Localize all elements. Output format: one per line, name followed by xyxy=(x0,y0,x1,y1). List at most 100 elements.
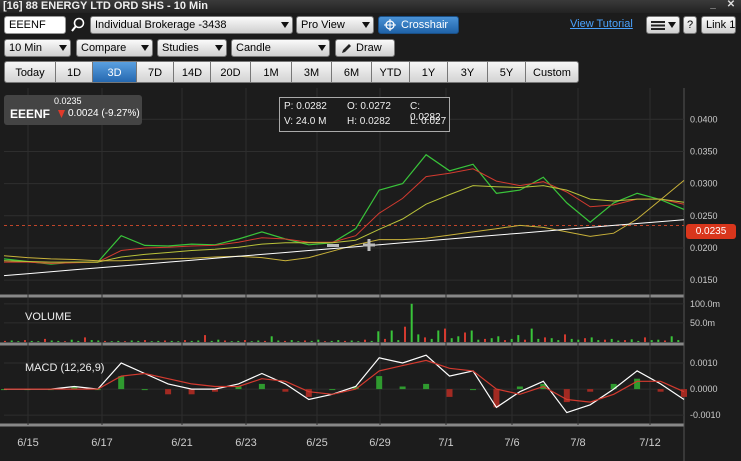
zoom-in-icon[interactable] xyxy=(362,238,376,252)
volume-bar xyxy=(284,340,286,342)
volume-bar xyxy=(144,340,146,342)
macd-histogram-bar xyxy=(423,383,430,390)
draw-button[interactable]: Draw xyxy=(335,39,395,57)
volume-bar xyxy=(250,341,253,342)
volume-bar xyxy=(384,338,386,342)
volume-bar xyxy=(264,340,266,342)
crosshair-button[interactable]: Crosshair xyxy=(378,16,459,34)
volume-bar xyxy=(110,341,113,342)
volume-bar xyxy=(257,340,260,342)
chevron-down-icon xyxy=(668,22,676,28)
range-button-custom[interactable]: Custom xyxy=(525,61,579,83)
toolbar-primary: EEENF Individual Brokerage -3438 Pro Vie… xyxy=(0,14,741,36)
chevron-down-icon xyxy=(141,45,149,51)
view-select-value: Pro View xyxy=(301,19,345,31)
x-tick-label: 6/15 xyxy=(17,437,38,449)
symbol-input[interactable]: EEENF xyxy=(4,16,66,34)
price-tick-label: 0.0400 xyxy=(690,114,718,124)
volume-bar xyxy=(64,341,66,342)
range-button-3y[interactable]: 3Y xyxy=(447,61,487,83)
volume-bar xyxy=(657,339,660,342)
x-tick-label: 7/6 xyxy=(504,437,519,449)
range-button-5y[interactable]: 5Y xyxy=(487,61,525,83)
range-button-ytd[interactable]: YTD xyxy=(371,61,409,83)
volume-bar xyxy=(397,340,400,342)
volume-bar xyxy=(77,340,80,342)
volume-bar xyxy=(497,336,500,342)
link-button[interactable]: Link 1 xyxy=(701,16,736,34)
macd-histogram-bar xyxy=(258,383,265,390)
macd-histogram-bar xyxy=(329,389,336,391)
account-select[interactable]: Individual Brokerage -3438 xyxy=(90,16,293,34)
range-button-20d[interactable]: 20D xyxy=(210,61,250,83)
volume-bar xyxy=(477,339,480,342)
interval-select[interactable]: 10 Min xyxy=(4,39,71,57)
help-button[interactable]: ? xyxy=(683,16,697,34)
volume-bar xyxy=(157,340,160,342)
macd-histogram-bar xyxy=(587,389,594,392)
volume-bar xyxy=(97,340,100,342)
macd-label: MACD (12,26,9) xyxy=(25,362,104,374)
volume-bar xyxy=(677,340,680,342)
chart-canvas[interactable]: 0.0400 0.0350 0.0300 0.0250 0.0200 0.0150 6/15… xyxy=(0,88,741,461)
studies-select[interactable]: Studies xyxy=(157,39,227,57)
view-select[interactable]: Pro View xyxy=(296,16,374,34)
volume-bar xyxy=(490,338,493,342)
ohlc-box: P: 0.0282 O: 0.0272 C: 0.0282 V: 24.0 M … xyxy=(279,97,450,132)
range-button-14d[interactable]: 14D xyxy=(173,61,210,83)
volume-bar xyxy=(570,338,573,342)
volume-bar xyxy=(510,338,513,342)
zoom-out-icon[interactable] xyxy=(326,239,340,253)
volume-bar xyxy=(664,340,666,342)
volume-bar xyxy=(30,340,33,342)
range-button-3m[interactable]: 3M xyxy=(291,61,331,83)
range-button-1d[interactable]: 1D xyxy=(55,61,92,83)
chart-type-select[interactable]: Candle xyxy=(231,39,330,57)
range-button-6m[interactable]: 6M xyxy=(331,61,371,83)
macd-histogram-bar xyxy=(376,376,383,390)
volume-bar xyxy=(417,334,420,342)
account-select-value: Individual Brokerage -3438 xyxy=(95,19,227,31)
range-selector: Today 1D 3D 7D 14D 20D 1M 3M 6M YTD 1Y 3Y 5Y Custom xyxy=(4,61,579,83)
volume-bar xyxy=(304,340,306,342)
volume-bar xyxy=(370,340,373,342)
volume-bar xyxy=(104,340,106,342)
range-button-7d[interactable]: 7D xyxy=(136,61,173,83)
volume-bar xyxy=(310,340,313,342)
menu-icon xyxy=(651,21,665,30)
x-tick-label: 7/1 xyxy=(438,437,453,449)
quote-symbol: EEENF xyxy=(10,107,51,121)
ohlc-open: O: 0.0272 xyxy=(347,101,391,112)
price-tick-label: 0.0250 xyxy=(690,211,718,221)
range-button-1m[interactable]: 1M xyxy=(250,61,291,83)
volume-bar xyxy=(517,335,520,342)
volume-bar xyxy=(324,341,326,342)
view-tutorial-link[interactable]: View Tutorial xyxy=(570,18,633,30)
macd-histogram-bar xyxy=(141,389,148,391)
range-button-1y[interactable]: 1Y xyxy=(409,61,447,83)
macd-histogram-bar xyxy=(188,389,195,395)
close-icon[interactable]: ✕ xyxy=(723,0,739,11)
volume-bar xyxy=(137,340,140,342)
volume-bar xyxy=(337,340,340,342)
volume-bar xyxy=(290,340,293,342)
volume-bar xyxy=(530,328,533,342)
range-button-today[interactable]: Today xyxy=(4,61,55,83)
draw-label: Draw xyxy=(356,42,382,54)
minimize-icon[interactable]: _ xyxy=(705,0,721,11)
volume-bar xyxy=(450,338,453,342)
range-button-3d[interactable]: 3D xyxy=(92,61,136,83)
interval-value: 10 Min xyxy=(9,42,43,54)
x-tick-label: 6/23 xyxy=(235,437,256,449)
volume-bar xyxy=(617,340,620,342)
volume-bar xyxy=(590,337,593,342)
volume-bar xyxy=(184,340,186,342)
chart-menu-button[interactable] xyxy=(646,16,680,34)
volume-tick-label: 100.0m xyxy=(690,299,720,309)
studies-label: Studies xyxy=(162,42,199,54)
compare-select[interactable]: Compare xyxy=(76,39,153,57)
crosshair-label: Crosshair xyxy=(401,19,449,31)
search-icon[interactable] xyxy=(70,17,86,33)
x-tick-label: 7/12 xyxy=(639,437,660,449)
window-title: [16] 88 ENERGY LTD ORD SHS - 10 Min xyxy=(3,0,208,12)
